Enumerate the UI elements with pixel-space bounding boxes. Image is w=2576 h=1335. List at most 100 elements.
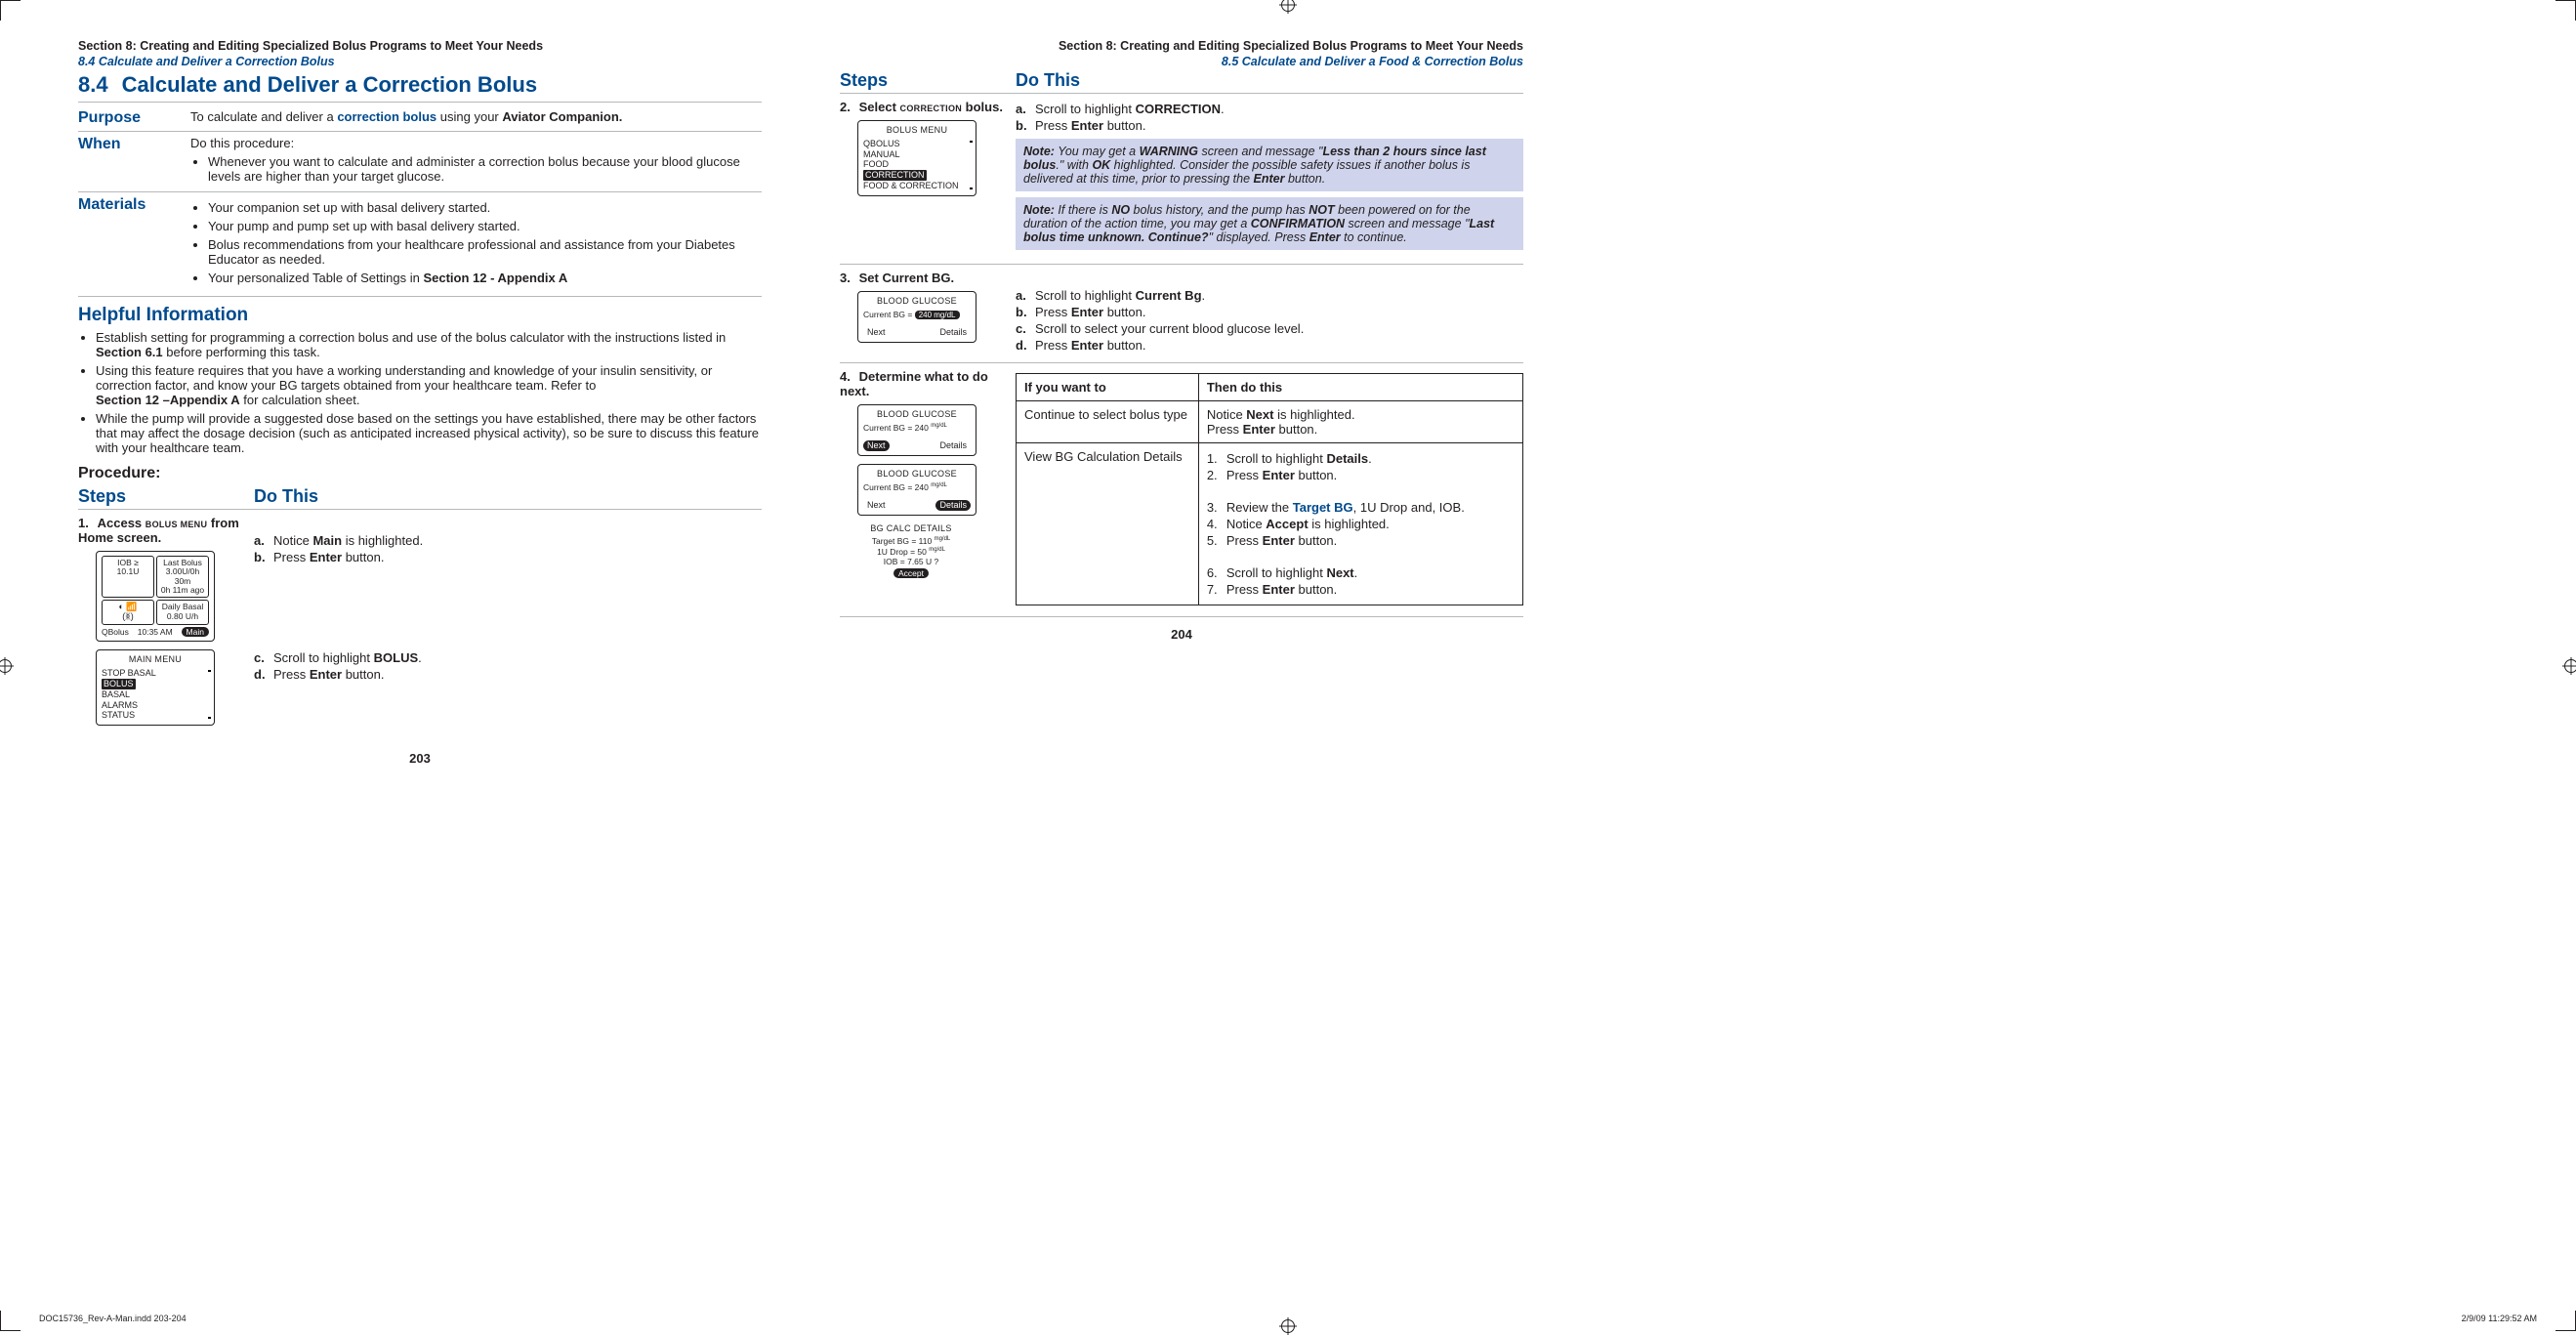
text: Enter — [1243, 422, 1275, 437]
text: Enter — [1071, 338, 1103, 353]
text: Enter — [1071, 118, 1103, 133]
text: 3.00U/0h 30m — [166, 566, 200, 585]
timestamp: 2/9/09 11:29:52 AM — [2462, 1314, 2537, 1323]
text: Press — [1207, 422, 1243, 437]
steps-header: Steps Do This — [840, 68, 1523, 94]
helpful-list: Establish setting for programming a corr… — [78, 330, 762, 455]
when-body: Do this procedure: Whenever you want to … — [190, 136, 762, 188]
list-item: While the pump will provide a suggested … — [96, 411, 762, 455]
text: Review the — [1226, 500, 1293, 515]
heading-8-4: 8.4Calculate and Deliver a Correction Bo… — [78, 72, 762, 98]
ol-item: 6.Scroll to highlight Next. — [1207, 565, 1515, 580]
text: button. — [1103, 118, 1145, 133]
steps-header: Steps Do This — [78, 484, 762, 510]
text: . — [1221, 102, 1225, 116]
text: Press — [273, 550, 310, 564]
clock: 10:35 AM — [138, 627, 173, 637]
softkey-main: Main — [182, 627, 209, 637]
section-subtitle: 8.5 Calculate and Deliver a Food & Corre… — [840, 55, 1523, 68]
text: is highlighted. — [342, 533, 423, 548]
text: Press — [1226, 582, 1263, 597]
substep-a: a.Scroll to highlight Current Bg. — [1016, 288, 1523, 303]
softkey-details: Details — [935, 440, 971, 451]
text: is highlighted. — [1273, 407, 1354, 422]
text: button. — [1295, 468, 1337, 482]
device-bg-calc-details: BG CALC DETAILS Target BG = 110 mg/dL 1U… — [857, 523, 965, 579]
softkey-accept: Accept — [893, 568, 929, 578]
list-item: Whenever you want to calculate and admin… — [208, 154, 762, 184]
file-slug: DOC15736_Rev-A-Man.indd 203-204 — [39, 1314, 187, 1323]
text: button. — [1295, 582, 1337, 597]
section-subtitle: 8.4 Calculate and Deliver a Correction B… — [78, 55, 762, 68]
text: to continue. — [1341, 230, 1407, 244]
substep-a: a.Notice Main is highlighted. — [254, 533, 762, 548]
text: 0.80 U/h — [167, 611, 198, 621]
text: Press — [1035, 118, 1071, 133]
text: . — [1368, 451, 1372, 466]
step-1: 1. Access BOLUS MENU from Home screen. I… — [78, 510, 762, 741]
text: . — [1202, 288, 1206, 303]
step-left: 4. Determine what to do next. BLOOD GLUC… — [840, 369, 1016, 605]
text: bolus. — [962, 100, 1003, 114]
divider — [78, 102, 762, 103]
when-intro: Do this procedure: — [190, 136, 294, 150]
text: Notice — [1226, 517, 1266, 531]
text: Notice — [1207, 407, 1246, 422]
text: If there is — [1055, 203, 1111, 217]
softkey-details-selected: Details — [935, 500, 971, 511]
text: Scroll to highlight — [1226, 451, 1327, 466]
text: To calculate and deliver a — [190, 109, 337, 124]
text: Enter — [1263, 533, 1295, 548]
note-confirmation-box: Note: If there is NO bolus history, and … — [1016, 197, 1523, 250]
menu-item: QBOLUS — [863, 139, 971, 149]
text: bolus history, and the pump has — [1130, 203, 1309, 217]
term-target-bg: Target BG — [1293, 500, 1353, 515]
text: Scroll to highlight — [1226, 565, 1327, 580]
crop-mark — [0, 0, 21, 21]
xref: Section 12 - Appendix A — [423, 271, 567, 285]
step-right: a.Notice Main is highlighted. b.Press En… — [254, 516, 762, 733]
step-number: 3. — [840, 271, 855, 285]
substep-b: b.Press Enter button. — [1016, 305, 1523, 319]
text: Press — [1035, 338, 1071, 353]
ol-item: 7.Press Enter button. — [1207, 582, 1515, 597]
menu-item: STOP BASAL — [102, 668, 209, 679]
procedure-label: Procedure: — [78, 465, 762, 482]
menu-item: MANUAL — [863, 149, 971, 160]
softkey-next: Next — [863, 327, 890, 338]
text: Enter — [1309, 230, 1341, 244]
step-title: Set Current BG. — [859, 271, 955, 285]
list-item: Bolus recommendations from your healthca… — [208, 237, 762, 267]
text: Press — [1035, 305, 1071, 319]
when-label: When — [78, 136, 190, 188]
bg-value-pill: 240 mg/dL — [915, 311, 960, 320]
materials-label: Materials — [78, 196, 190, 289]
unit: mg/dL — [935, 537, 951, 543]
table-row: Continue to select bolus type Notice Nex… — [1017, 401, 1523, 443]
text: Establish setting for programming a corr… — [96, 330, 726, 345]
text: CORRECTION — [900, 100, 963, 114]
cell: 1.Scroll to highlight Details. 2.Press E… — [1198, 443, 1522, 605]
list-item: Your pump and pump set up with basal del… — [208, 219, 762, 233]
text: Access — [98, 516, 145, 530]
step-right: If you want to Then do this Continue to … — [1016, 369, 1523, 605]
text: Target BG = 110 — [872, 536, 935, 546]
device-main-menu: MAIN MENU STOP BASAL BOLUS BASAL ALARMS … — [96, 649, 215, 726]
softkey-next: Next — [863, 500, 890, 511]
text: Scroll to highlight — [1035, 102, 1136, 116]
basal-cell: Daily Basal0.80 U/h — [156, 600, 209, 625]
menu-item: STATUS — [102, 710, 209, 721]
section-title: Section 8: Creating and Editing Speciali… — [78, 39, 543, 53]
list-item: Using this feature requires that you hav… — [96, 363, 762, 407]
text: using your — [436, 109, 502, 124]
step-title: Access BOLUS MENU from Home screen. — [78, 516, 239, 545]
text: OK — [1092, 158, 1110, 172]
text: button. — [1275, 422, 1317, 437]
text: NOT — [1309, 203, 1334, 217]
text: IOB = 7.65 U ? — [857, 557, 965, 566]
text: Details — [1326, 451, 1368, 466]
divider — [78, 296, 762, 297]
text: Next — [1246, 407, 1273, 422]
heading-text: Calculate and Deliver a Correction Bolus — [122, 72, 537, 97]
device-bolus-menu: BOLUS MENU QBOLUS MANUAL FOOD CORRECTION… — [857, 120, 976, 196]
